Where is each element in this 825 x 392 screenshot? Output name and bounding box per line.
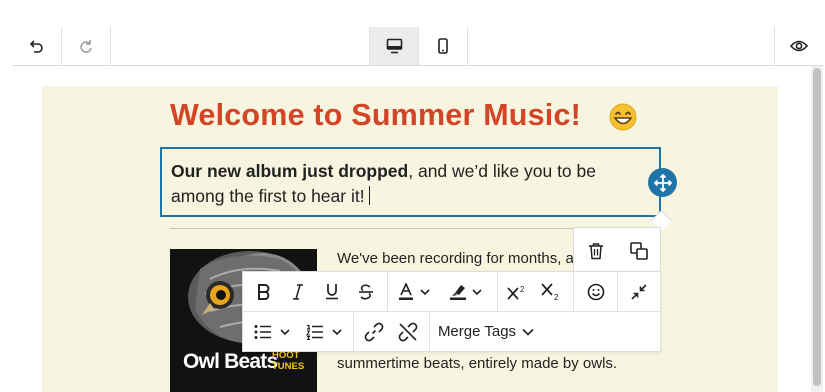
- trash-icon: [588, 242, 604, 260]
- text-format-toolbar: 2 2 Merge Tags: [242, 271, 661, 352]
- intro-bold-text: Our new album just dropped: [171, 161, 409, 181]
- album-subtitle: HOOT TUNES: [272, 350, 304, 372]
- undo-button[interactable]: [12, 27, 60, 65]
- toolbar-divider: [467, 27, 468, 65]
- toolbar-separator: [387, 272, 388, 311]
- emoji-button[interactable]: [574, 272, 617, 311]
- editor-topbar: [12, 27, 823, 66]
- underline-icon: [325, 283, 339, 300]
- toolbar-separator: [429, 312, 430, 351]
- emoji-icon: [587, 283, 605, 301]
- format-toolbar-row-1: 2 2: [243, 272, 660, 312]
- album-title: Owl Beats: [183, 350, 278, 373]
- font-color-button[interactable]: [391, 272, 441, 311]
- collapse-icon: [631, 283, 647, 300]
- link-icon: [364, 322, 384, 342]
- scrollbar-thumb[interactable]: [813, 68, 821, 386]
- eye-icon: [790, 39, 808, 53]
- move-icon: [653, 173, 672, 192]
- merge-tags-label: Merge Tags: [437, 323, 517, 340]
- toolbar-divider: [110, 27, 111, 65]
- redo-button[interactable]: [62, 27, 110, 65]
- numbered-list-button[interactable]: [301, 312, 351, 351]
- email-headline[interactable]: Welcome to Summer Music!: [170, 98, 581, 133]
- bullet-list-button[interactable]: [249, 312, 299, 351]
- toolbar-separator: [353, 312, 354, 351]
- block-actions-popover: [573, 227, 661, 274]
- body-text-line-1[interactable]: We've been recording for months, a: [337, 250, 574, 267]
- merge-tags-dropdown[interactable]: Merge Tags: [431, 312, 541, 351]
- remove-link-button[interactable]: [389, 312, 427, 351]
- highlight-button[interactable]: [443, 272, 493, 311]
- redo-icon: [78, 38, 94, 54]
- chevron-down-icon: [522, 328, 534, 336]
- delete-block-button[interactable]: [574, 228, 617, 273]
- subscript-button[interactable]: 2: [535, 272, 569, 311]
- underline-button[interactable]: [315, 272, 349, 311]
- album-subtitle-line-2: TUNES: [272, 361, 305, 372]
- bullet-list-icon: [254, 324, 294, 340]
- bold-button[interactable]: [247, 272, 281, 311]
- italic-icon: [292, 283, 304, 300]
- strikethrough-icon: [358, 283, 374, 300]
- numbered-list-icon: [306, 324, 346, 340]
- superscript-button[interactable]: 2: [501, 272, 535, 311]
- mobile-icon: [437, 38, 449, 54]
- highlight-icon: [449, 283, 487, 301]
- superscript-icon: 2: [507, 284, 529, 300]
- format-toolbar-row-2: Merge Tags: [243, 312, 660, 351]
- subscript-icon: 2: [541, 282, 563, 301]
- desktop-view-button[interactable]: [370, 27, 418, 65]
- svg-text:2: 2: [520, 285, 525, 294]
- undo-icon: [28, 38, 44, 54]
- duplicate-icon: [629, 241, 648, 260]
- font-color-icon: [397, 282, 435, 301]
- bold-icon: [257, 283, 271, 300]
- svg-text:2: 2: [554, 293, 559, 301]
- duplicate-block-button[interactable]: [617, 228, 660, 273]
- desktop-icon: [386, 38, 403, 54]
- preview-button[interactable]: [775, 27, 823, 65]
- toolbar-separator: [497, 272, 498, 311]
- intro-paragraph[interactable]: Our new album just dropped, and we’d lik…: [171, 159, 651, 209]
- strikethrough-button[interactable]: [349, 272, 383, 311]
- insert-link-button[interactable]: [355, 312, 393, 351]
- intro-text-block[interactable]: Our new album just dropped, and we’d lik…: [160, 147, 661, 217]
- text-caret: [368, 186, 370, 205]
- move-block-handle[interactable]: [648, 168, 677, 197]
- grinning-emoji-icon: [609, 103, 637, 131]
- unlink-icon: [398, 322, 418, 342]
- body-text-line-2[interactable]: summertime beats, entirely made by owls.: [337, 355, 617, 372]
- italic-button[interactable]: [281, 272, 315, 311]
- mobile-view-button[interactable]: [419, 27, 467, 65]
- collapse-toolbar-button[interactable]: [618, 272, 660, 311]
